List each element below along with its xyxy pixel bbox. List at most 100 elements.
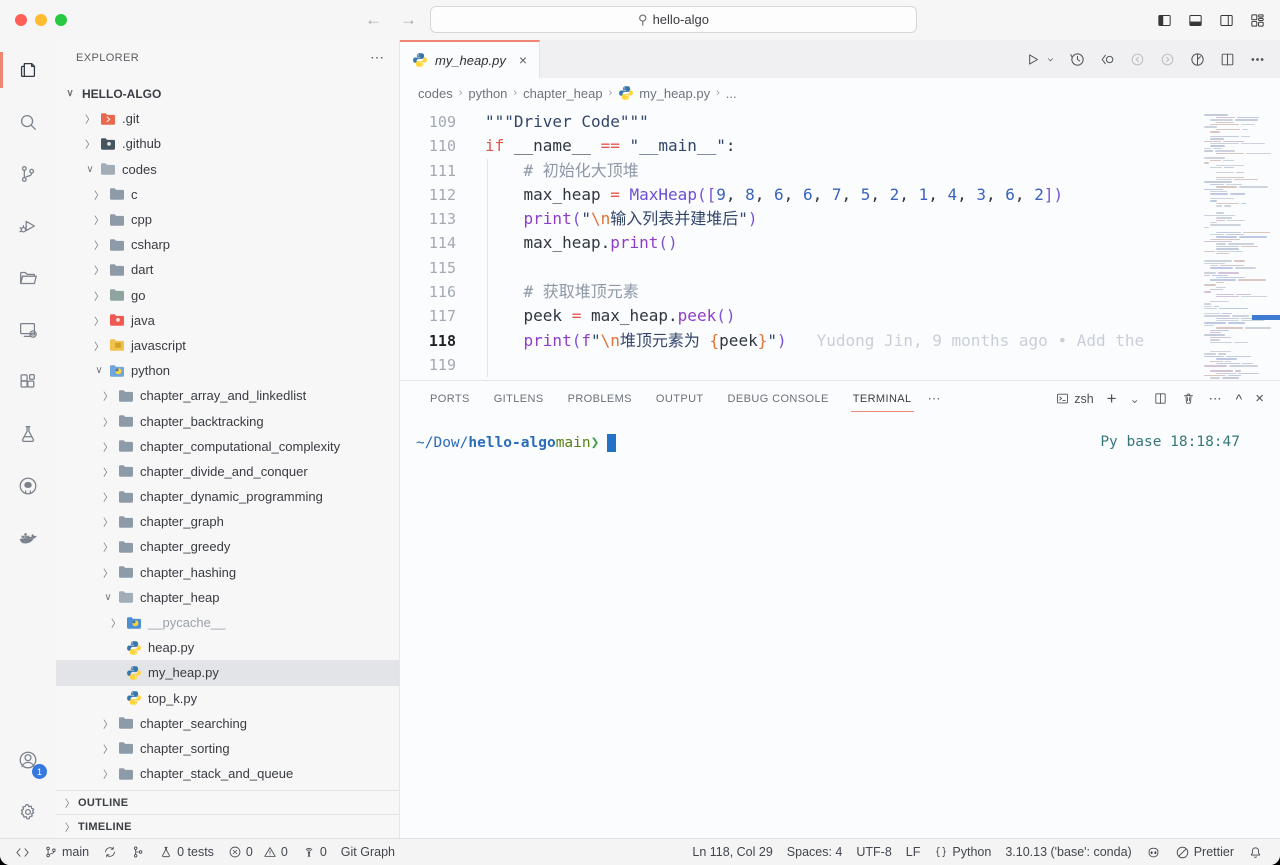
status-lf[interactable]: LF <box>899 839 928 865</box>
status-ln-118-col-29[interactable]: Ln 118, Col 29 <box>685 839 779 865</box>
code-line-112[interactable]: 112 max_heap = MaxHeap([9, 8, 6, 6, 7, 5… <box>400 183 1196 207</box>
activity-bar-project-manager-icon[interactable] <box>0 252 56 304</box>
code-line-116[interactable]: 116 # 获取堆顶元素 <box>400 280 1196 304</box>
tree-item-python[interactable]: ∨python <box>56 358 399 383</box>
status-remote-icon[interactable] <box>8 839 37 865</box>
toggle-sidebar-icon[interactable] <box>1156 12 1173 29</box>
code-line-119[interactable]: 119 <box>400 353 1196 377</box>
status-3-10-13-base-conda-[interactable]: 3.10.13 ('base': conda) <box>998 839 1138 865</box>
code-line-117[interactable]: 117 peek = max_heap.peek() <box>400 304 1196 328</box>
code-line-118[interactable]: 118 print(f"\n堆顶元素为 {peek}")Yudong Jin, … <box>400 329 1196 353</box>
activity-bar-testing-icon[interactable] <box>0 408 56 460</box>
code-line-114[interactable]: 114 max_heap.print() <box>400 231 1196 255</box>
code-line-115[interactable]: 115 <box>400 256 1196 280</box>
status-spaces-4[interactable]: Spaces: 4 <box>780 839 850 865</box>
status-0[interactable]: 00 <box>221 839 295 865</box>
panel-tab-gitlens[interactable]: GITLENS <box>482 381 556 416</box>
activity-bar-docker-icon[interactable] <box>0 512 56 564</box>
tree-item-csharp[interactable]: 〉csharp <box>56 232 399 257</box>
activity-bar-settings-icon[interactable] <box>0 786 56 838</box>
breadcrumb-item-python[interactable]: python <box>468 86 507 101</box>
open-changes-icon[interactable] <box>1099 51 1116 68</box>
kill-terminal-icon[interactable] <box>1181 391 1196 406</box>
tree-item-go[interactable]: 〉go <box>56 283 399 308</box>
status-utf-8[interactable]: UTF-8 <box>849 839 898 865</box>
tree-item-chapter-dynamic-programming[interactable]: 〉chapter_dynamic_programming <box>56 484 399 509</box>
maximize-panel-icon[interactable]: ^ <box>1236 391 1243 407</box>
split-panel-icon[interactable] <box>1153 391 1168 406</box>
status-python[interactable]: Python <box>927 839 998 865</box>
tree-item--pycache-[interactable]: 〉__pycache__ <box>56 610 399 635</box>
tree-item-javascript[interactable]: 〉javascript <box>56 333 399 358</box>
more-actions-icon[interactable] <box>1249 51 1266 68</box>
sidebar-section-timeline[interactable]: 〉TIMELINE <box>56 814 399 838</box>
back-icon[interactable]: ← <box>365 10 382 30</box>
tree-item-cpp[interactable]: 〉cpp <box>56 207 399 232</box>
tree-item-codes[interactable]: ∨codes <box>56 157 399 182</box>
toggle-secondary-sidebar-icon[interactable] <box>1218 12 1235 29</box>
split-editor-icon[interactable] <box>1219 51 1236 68</box>
panel-tab-debug-console[interactable]: DEBUG CONSOLE <box>716 381 841 416</box>
panel-tab-ports[interactable]: PORTS <box>418 381 482 416</box>
minimap[interactable] <box>1196 108 1280 380</box>
prev-change-icon[interactable] <box>1129 51 1146 68</box>
tree-item-heap-py[interactable]: heap.py <box>56 635 399 660</box>
breadcrumb-item--[interactable]: ... <box>726 86 737 101</box>
command-center-search[interactable]: ⚲ hello-algo <box>430 6 917 33</box>
run-icon[interactable] <box>1024 51 1041 68</box>
status-copilot-icon[interactable] <box>1139 839 1168 865</box>
next-change-icon[interactable] <box>1159 51 1176 68</box>
minimize-window-button[interactable] <box>35 14 47 26</box>
status-git-graph-icon[interactable] <box>124 839 152 865</box>
close-window-button[interactable] <box>15 14 27 26</box>
tree-item--github[interactable]: 〉.github <box>56 131 399 156</box>
code-line-113[interactable]: 113 print("\n输入列表并建堆后") <box>400 207 1196 231</box>
tree-item-chapter-stack-and-queue[interactable]: 〉chapter_stack_and_queue <box>56 761 399 786</box>
status-prettier[interactable]: Prettier <box>1168 839 1241 865</box>
tree-item-chapter-backtracking[interactable]: 〉chapter_backtracking <box>56 408 399 433</box>
tree-root-hello-algo[interactable]: ∨HELLO-ALGO <box>56 81 399 106</box>
tree-item-dart[interactable]: 〉dart <box>56 257 399 282</box>
breadcrumb-item-codes[interactable]: codes <box>418 86 453 101</box>
panel-tab-problems[interactable]: PROBLEMS <box>556 381 644 416</box>
tree-item-java[interactable]: 〉java <box>56 308 399 333</box>
tree-item-c[interactable]: 〉c <box>56 182 399 207</box>
breadcrumb-item-chapter-heap[interactable]: chapter_heap <box>523 86 603 101</box>
activity-bar-extensions-icon[interactable] <box>0 356 56 408</box>
tree-item-chapter-greedy[interactable]: 〉chapter_greedy <box>56 534 399 559</box>
panel-tab-terminal[interactable]: TERMINAL <box>841 381 924 416</box>
run-dropdown-icon[interactable] <box>1045 54 1056 65</box>
tree-item-chapter-heap[interactable]: ∨chapter_heap <box>56 585 399 610</box>
tree-item--git[interactable]: 〉.git <box>56 106 399 131</box>
zoom-window-button[interactable] <box>55 14 67 26</box>
forward-icon[interactable]: → <box>400 10 417 30</box>
tree-item-chapter-array-and-linkedlist[interactable]: 〉chapter_array_and_linkedlist <box>56 383 399 408</box>
status-bell-icon[interactable] <box>1241 839 1270 865</box>
tree-item-my-heap-py[interactable]: my_heap.py <box>56 660 399 685</box>
timeline-icon[interactable] <box>1069 51 1086 68</box>
terminal[interactable]: ~/Dow/hello-algo main ❯ Py base 18:18:47 <box>400 416 1280 838</box>
activity-bar-explorer-icon[interactable] <box>0 44 56 96</box>
tree-item-top-k-py[interactable]: top_k.py <box>56 686 399 711</box>
activity-bar-search-icon[interactable] <box>0 96 56 148</box>
breadcrumb-item-my-heap-py[interactable]: my_heap.py <box>618 85 710 101</box>
code-line-110[interactable]: 110if __name__ == "__main__": <box>400 134 1196 158</box>
tree-item-chapter-hashing[interactable]: 〉chapter_hashing <box>56 560 399 585</box>
toggle-panel-icon[interactable] <box>1187 12 1204 29</box>
terminal-dropdown-icon[interactable]: ⌄ <box>1130 392 1140 406</box>
new-terminal-icon[interactable]: + <box>1107 389 1117 409</box>
tree-item-chapter-sorting[interactable]: 〉chapter_sorting <box>56 736 399 761</box>
code-editor[interactable]: 109"""Driver Code"""110if __name__ == "_… <box>400 108 1280 380</box>
activity-bar-remote-explorer-icon[interactable] <box>0 304 56 356</box>
tree-item-chapter-computational-complexity[interactable]: 〉chapter_computational_complexity <box>56 434 399 459</box>
code-line-111[interactable]: 111 # 初始化大顶堆 <box>400 159 1196 183</box>
code-line-109[interactable]: 109"""Driver Code""" <box>400 110 1196 134</box>
panel-more-icon[interactable]: ⋯ <box>1209 391 1223 407</box>
sidebar-section-outline[interactable]: 〉OUTLINE <box>56 790 399 814</box>
activity-bar-run-debug-icon[interactable] <box>0 200 56 252</box>
editor-tab-my-heap-py[interactable]: my_heap.py× <box>400 40 540 78</box>
status-main[interactable]: main <box>37 839 96 865</box>
close-tab-icon[interactable]: × <box>519 52 527 68</box>
activity-bar-accounts-icon[interactable]: 1 <box>0 734 56 786</box>
activity-bar-github-icon[interactable] <box>0 460 56 512</box>
